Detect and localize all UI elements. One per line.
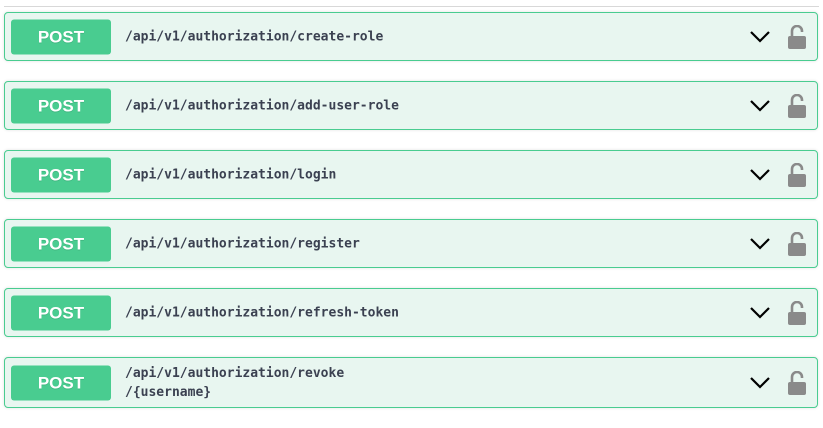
unlocked-padlock-icon[interactable] <box>787 24 807 49</box>
operation-add-user-role[interactable]: POST /api/v1/authorization/add-user-role <box>4 81 818 130</box>
unlocked-padlock-icon[interactable] <box>787 162 807 187</box>
chevron-down-icon[interactable] <box>749 376 771 390</box>
unlocked-padlock-icon[interactable] <box>787 231 807 256</box>
chevron-down-icon[interactable] <box>749 99 771 113</box>
chevron-down-icon[interactable] <box>749 168 771 182</box>
endpoint-path: /api/v1/authorization/add-user-role <box>125 98 399 113</box>
operation-refresh-token[interactable]: POST /api/v1/authorization/refresh-token <box>4 288 818 337</box>
endpoint-path: /api/v1/authorization/refresh-token <box>125 305 399 320</box>
method-badge: POST <box>11 226 111 261</box>
operation-login[interactable]: POST /api/v1/authorization/login <box>4 150 818 199</box>
method-badge: POST <box>11 365 111 400</box>
endpoint-path: /api/v1/authorization/create-role <box>125 29 384 44</box>
endpoint-path: /api/v1/authorization/revoke /{username} <box>125 365 345 400</box>
method-badge: POST <box>11 295 111 330</box>
section-divider <box>4 6 819 7</box>
operations-list: POST /api/v1/authorization/create-role P… <box>4 12 818 428</box>
unlocked-padlock-icon[interactable] <box>787 370 807 395</box>
operation-register[interactable]: POST /api/v1/authorization/register <box>4 219 818 268</box>
unlocked-padlock-icon[interactable] <box>787 93 807 118</box>
method-badge: POST <box>11 88 111 123</box>
endpoint-path: /api/v1/authorization/register <box>125 236 360 251</box>
chevron-down-icon[interactable] <box>749 237 771 251</box>
endpoint-path: /api/v1/authorization/login <box>125 167 337 182</box>
operation-create-role[interactable]: POST /api/v1/authorization/create-role <box>4 12 818 61</box>
unlocked-padlock-icon[interactable] <box>787 300 807 325</box>
operation-revoke[interactable]: POST /api/v1/authorization/revoke /{user… <box>4 357 818 408</box>
chevron-down-icon[interactable] <box>749 306 771 320</box>
chevron-down-icon[interactable] <box>749 30 771 44</box>
method-badge: POST <box>11 19 111 54</box>
method-badge: POST <box>11 157 111 192</box>
